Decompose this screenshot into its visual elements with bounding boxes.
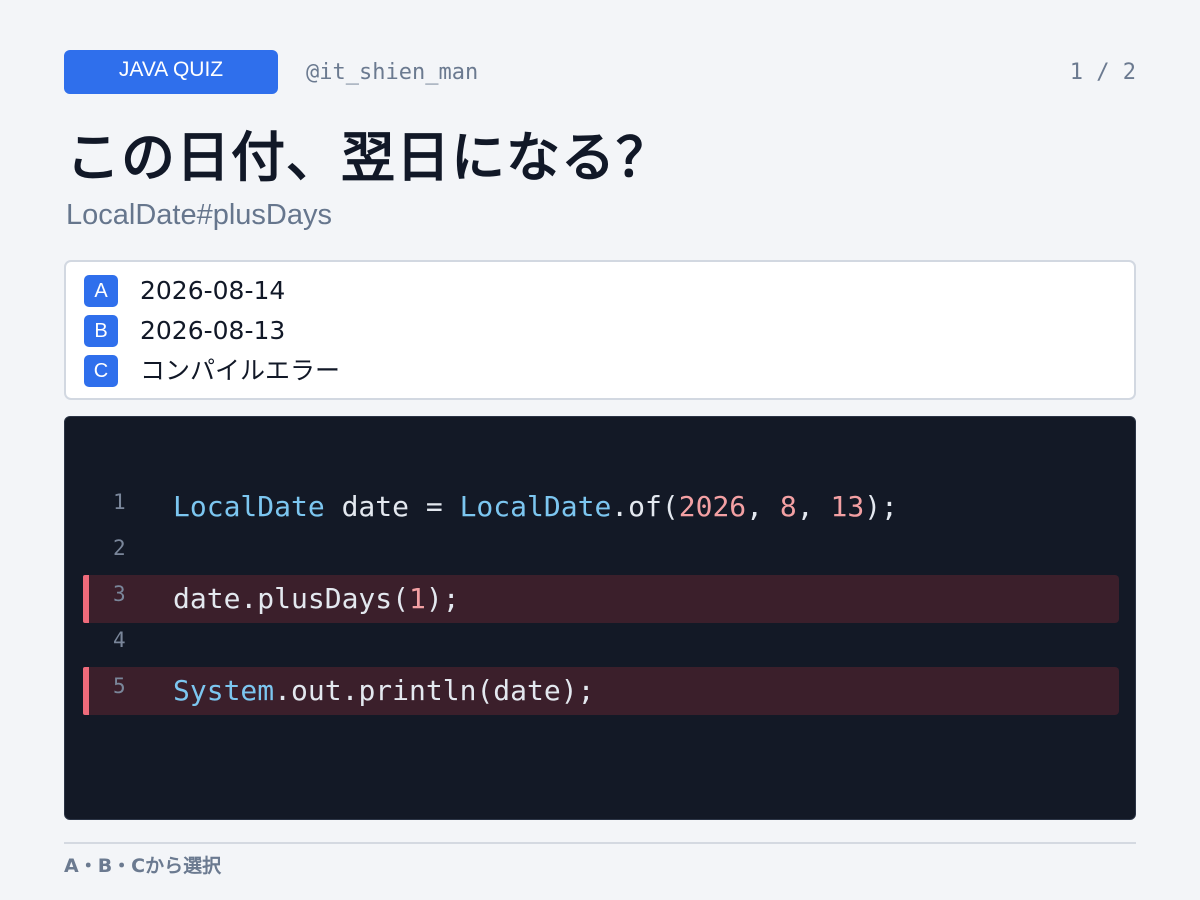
option-c[interactable]: C コンパイルエラー xyxy=(84,354,340,388)
code-token-plain: , xyxy=(796,490,831,523)
option-key-badge: B xyxy=(84,315,118,347)
option-text: コンパイルエラー xyxy=(140,356,341,385)
author-handle: @it_shien_man xyxy=(306,60,479,85)
question-subtitle: LocalDate#plusDays xyxy=(66,199,332,231)
code-token-plain: ); xyxy=(425,582,460,615)
option-key-badge: A xyxy=(84,275,118,307)
option-b[interactable]: B 2026-08-13 xyxy=(84,314,285,348)
line-number: 4 xyxy=(113,628,126,652)
code-text: date.plusDays(1); xyxy=(173,581,460,617)
code-token-num: 1 xyxy=(409,582,426,615)
code-text: System.out.println(date); xyxy=(173,673,594,709)
category-badge: JAVA QUIZ xyxy=(64,50,278,94)
code-line: 2 xyxy=(83,529,1119,577)
code-token-num: 13 xyxy=(830,490,865,523)
line-number: 1 xyxy=(113,490,126,514)
code-token-num: 2026 xyxy=(678,490,747,523)
code-token-type: LocalDate xyxy=(173,490,325,523)
question-title: この日付、翌日になる？ xyxy=(66,126,671,189)
code-token-plain: ); xyxy=(864,490,898,523)
code-panel: 1 LocalDate date = LocalDate.of(2026, 8,… xyxy=(64,416,1136,820)
line-number: 5 xyxy=(113,674,126,698)
quiz-card: JAVA QUIZ @it_shien_man 1 / 2 この日付、翌日になる… xyxy=(0,0,1200,900)
answer-options: A 2026-08-14 B 2026-08-13 C コンパイルエラー xyxy=(64,260,1136,400)
footer-instruction: A・B・Cから選択 xyxy=(64,855,222,877)
option-key-badge: C xyxy=(84,355,118,387)
option-text: 2026-08-14 xyxy=(140,276,286,305)
code-token-plain: .out.println(date); xyxy=(274,674,595,707)
code-line: 1 LocalDate date = LocalDate.of(2026, 8,… xyxy=(83,483,1119,531)
code-token-type: LocalDate xyxy=(459,490,612,523)
code-token-type: System xyxy=(173,674,275,707)
code-line: 4 xyxy=(83,621,1119,669)
code-token-plain: date.plusDays( xyxy=(173,582,410,615)
option-a[interactable]: A 2026-08-14 xyxy=(84,274,285,308)
code-token-plain: date = xyxy=(324,490,460,523)
line-number: 3 xyxy=(113,582,126,606)
option-text: 2026-08-13 xyxy=(140,316,286,345)
line-number: 2 xyxy=(113,536,126,560)
code-token-num: 8 xyxy=(779,490,797,523)
code-line: 3 date.plusDays(1); xyxy=(83,575,1119,623)
code-text: LocalDate date = LocalDate.of(2026, 8, 1… xyxy=(173,489,898,525)
page-indicator: 1 / 2 xyxy=(1069,60,1136,85)
footer-divider xyxy=(64,842,1136,844)
code-token-plain: .of( xyxy=(611,490,679,523)
code-token-plain: , xyxy=(746,490,780,523)
code-line: 5 System.out.println(date); xyxy=(83,667,1119,715)
